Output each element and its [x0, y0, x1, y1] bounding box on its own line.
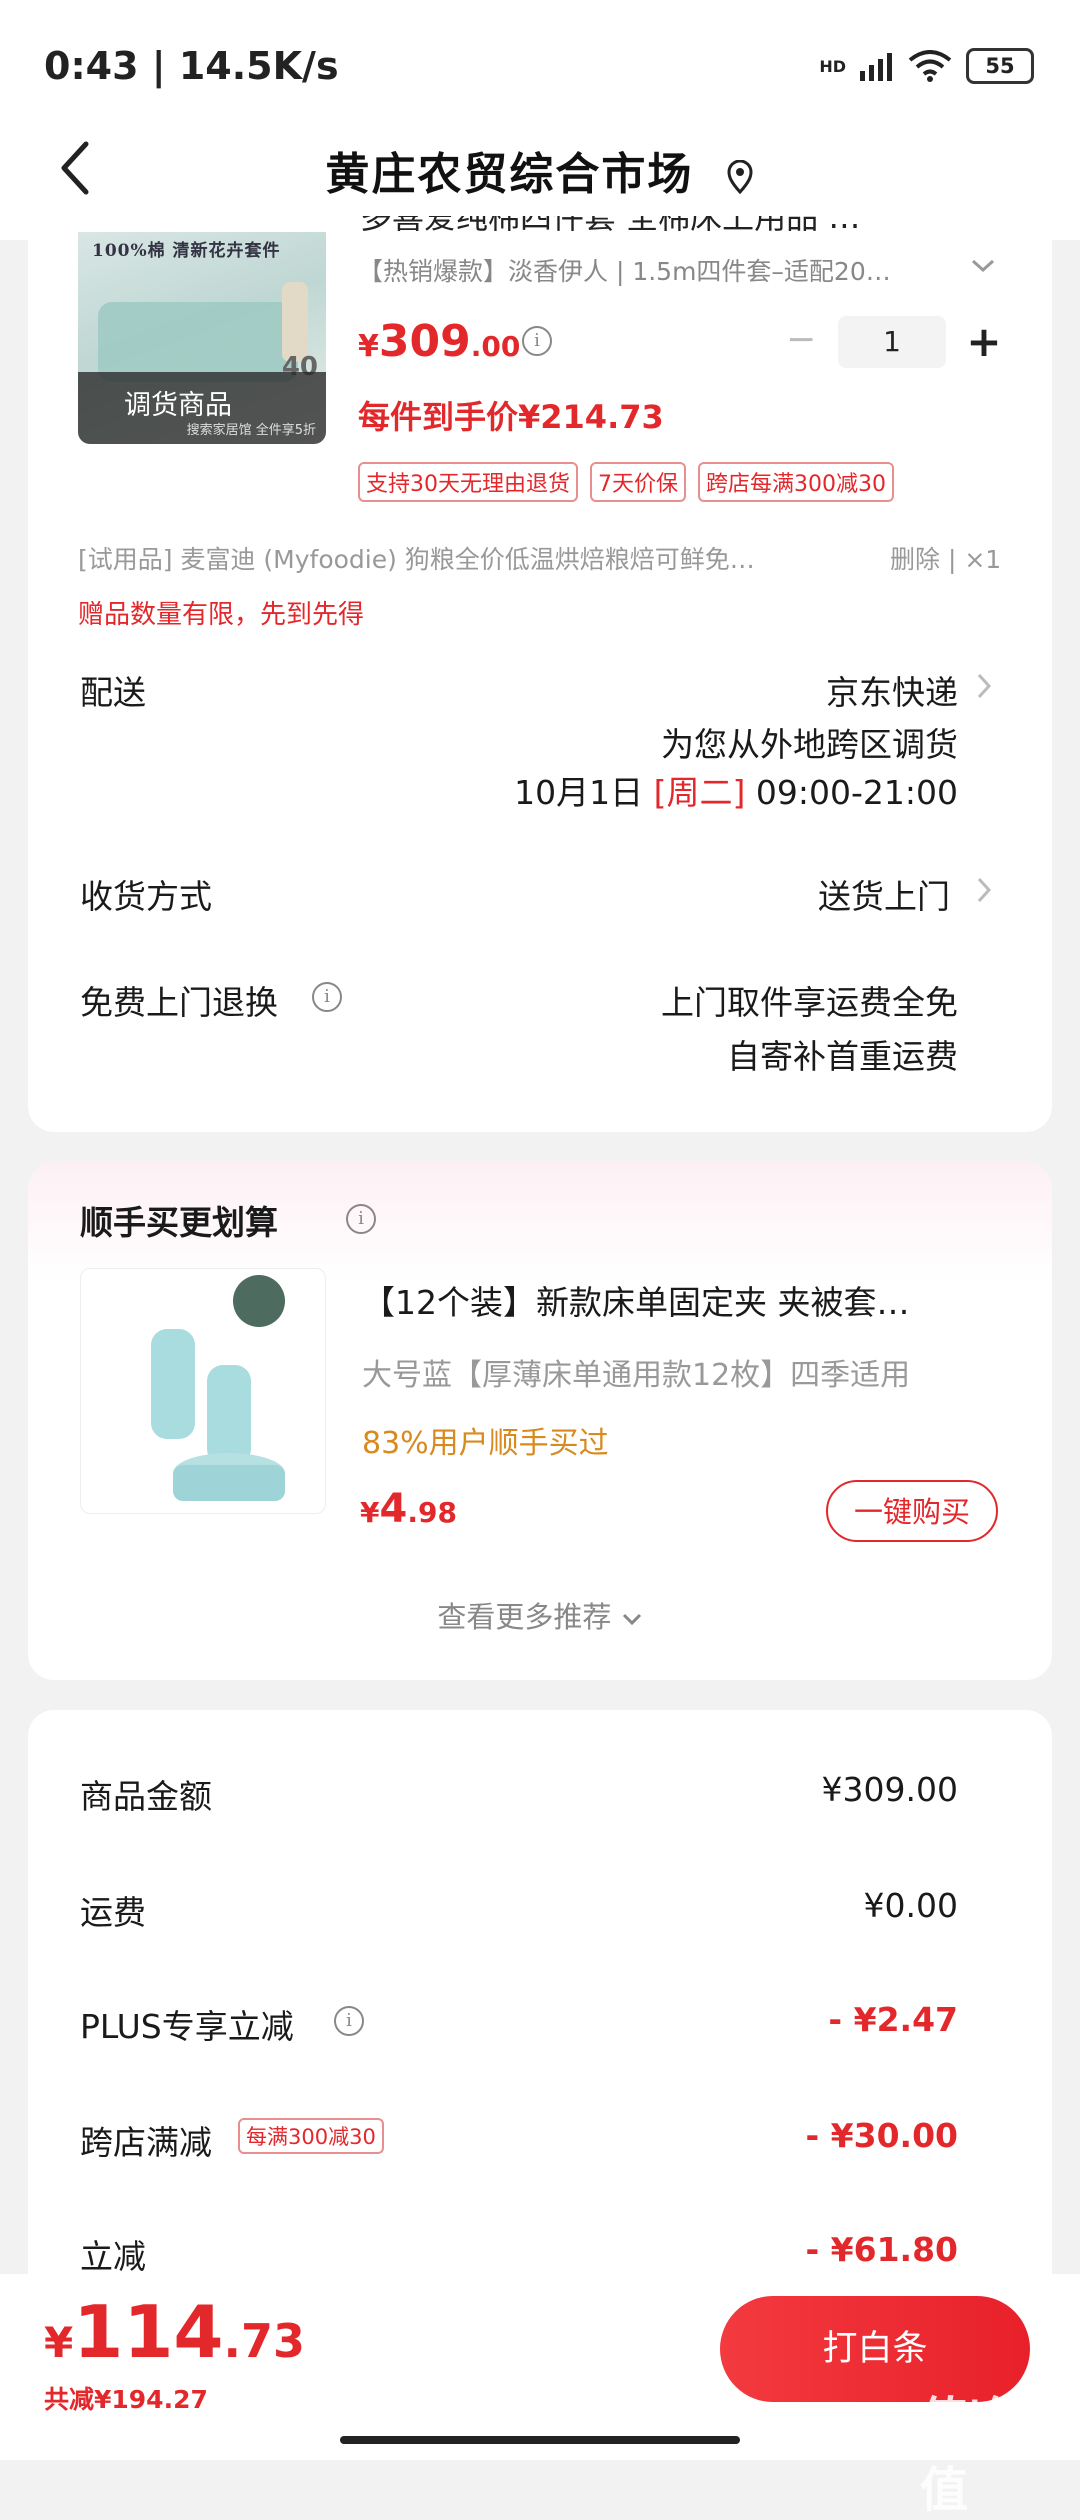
total-saved: 共减¥194.27: [44, 2385, 208, 2414]
delivery-hours: 09:00-21:00: [755, 773, 958, 812]
return-line-1: 上门取件享运费全免: [661, 983, 958, 1022]
quantity-value[interactable]: 1: [838, 316, 946, 368]
chevron-down-icon: [622, 1613, 641, 1626]
watermark-site: zhizhizhi.com: [928, 2432, 1050, 2453]
status-icons: HD 55: [819, 48, 1034, 84]
location-pin-icon: [727, 160, 753, 194]
recommend-social-proof: 83%用户顺手买过: [362, 1426, 609, 1461]
chevron-right-icon[interactable]: [976, 672, 992, 700]
gift-notice: 赠品数量有限，先到先得: [78, 600, 365, 630]
status-time: 0:43 | 14.5K/s: [44, 44, 339, 88]
product-image-small-text: 搜索家居馆 全件享5折: [186, 423, 316, 438]
receive-method-label: 收货方式: [80, 877, 212, 916]
product-image[interactable]: 100%棉 清新花卉套件 40 调货商品 搜索家居馆 全件享5折: [78, 232, 326, 444]
delivery-label: 配送: [80, 673, 146, 712]
summary-label-shipping: 运费: [80, 1893, 146, 1932]
quantity-increase-button[interactable]: +: [966, 316, 1002, 368]
summary-label-plus: PLUS专享立减: [80, 2007, 294, 2046]
product-image-banner: 100%棉 清新花卉套件: [92, 241, 281, 261]
product-image-bed: [98, 302, 298, 382]
recommend-product-image[interactable]: [80, 1268, 326, 1514]
return-info-icon[interactable]: i: [312, 982, 342, 1012]
page-title[interactable]: 黄庄农贸综合市场: [0, 138, 1080, 202]
product-title[interactable]: 多喜爱纯棉四件套 全棉床上用品 …: [360, 216, 1010, 236]
total-price: ¥114.73: [44, 2290, 306, 2374]
summary-label-cross-store: 跨店满减: [80, 2123, 212, 2162]
delivery-carrier[interactable]: 京东快递: [826, 666, 958, 714]
service-tag: 跨店每满300减30: [698, 462, 894, 502]
transfer-goods-label: 调货商品: [124, 390, 232, 421]
product-image-lamp: [282, 282, 308, 362]
wifi-icon: [908, 50, 952, 82]
quantity-decrease-button[interactable]: −: [786, 320, 816, 360]
summary-value-goods: ¥309.00: [821, 1770, 958, 1809]
price-info-icon[interactable]: i: [522, 326, 552, 356]
delivery-time: 10月1日 [周二] 09:00-21:00: [514, 766, 958, 814]
summary-label-discount: 立减: [80, 2237, 146, 2276]
cross-store-tag: 每满300减30: [238, 2118, 384, 2154]
receive-method-value[interactable]: 送货上门: [818, 870, 950, 918]
chevron-down-icon[interactable]: [970, 256, 996, 276]
home-indicator[interactable]: [340, 2436, 740, 2444]
summary-label-goods: 商品金额: [80, 1777, 212, 1816]
recommend-product-price: ¥4.98: [360, 1486, 457, 1532]
summary-value-cross-store: - ¥30.00: [805, 2116, 958, 2155]
network-label: HD: [819, 56, 846, 76]
delivery-note: 为您从外地跨区调货: [661, 725, 958, 764]
summary-value-shipping: ¥0.00: [863, 1886, 958, 1925]
product-spec[interactable]: 【热销爆款】淡香伊人 | 1.5m四件套–适配20…: [358, 252, 891, 288]
signal-icon: [860, 53, 892, 81]
chevron-right-icon[interactable]: [976, 876, 992, 904]
plus-info-icon[interactable]: i: [334, 2006, 364, 2036]
unit-final-price: 每件到手价¥214.73: [358, 398, 664, 436]
recommend-title: 顺手买更划算: [80, 1203, 278, 1242]
service-tags: 支持30天无理由退货 7天价保 跨店每满300减30: [358, 462, 894, 502]
clip-product-illustration: [151, 1275, 285, 1501]
summary-value-plus: - ¥2.47: [828, 2000, 958, 2039]
summary-value-discount: - ¥61.80: [805, 2230, 958, 2269]
more-recommendations-link[interactable]: 查看更多推荐: [0, 1594, 1080, 1636]
gift-item[interactable]: [试用品] 麦富迪 (Myfoodie) 狗粮全价低温烘焙粮焙可鲜免…: [78, 540, 878, 576]
recommend-info-icon[interactable]: i: [346, 1204, 376, 1234]
return-line-2: 自寄补首重运费: [727, 1037, 958, 1076]
free-return-label: 免费上门退换: [80, 983, 278, 1022]
store-name: 黄庄农贸综合市场: [325, 149, 694, 200]
service-tag: 7天价保: [590, 462, 686, 502]
battery-icon: 55: [966, 48, 1034, 84]
recommend-product-title[interactable]: 【12个装】新款床单固定夹 夹被套…: [362, 1276, 1002, 1324]
gift-delete-action[interactable]: 删除 | ×1: [890, 540, 1001, 576]
product-price: ¥309.00: [358, 316, 521, 367]
one-click-buy-button[interactable]: 一键购买: [826, 1480, 998, 1542]
service-tag: 支持30天无理由退货: [358, 462, 578, 502]
delivery-date: 10月1日: [514, 773, 644, 812]
delivery-weekday: [周二]: [653, 773, 746, 812]
recommend-product-spec: 大号蓝【厚薄床单通用款12枚】四季适用: [362, 1358, 911, 1393]
